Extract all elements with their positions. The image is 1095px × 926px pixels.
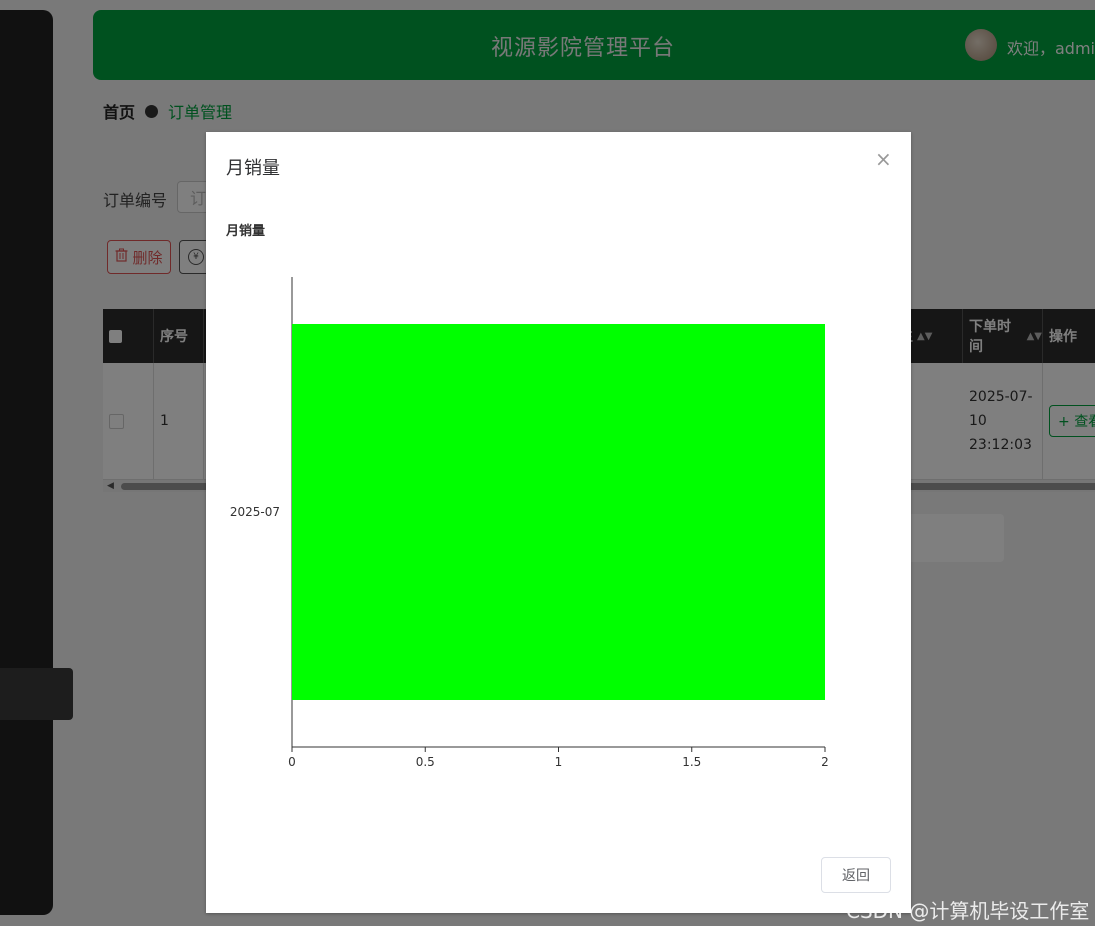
x-tick-label: 1.5 — [682, 755, 701, 769]
watermark-text: CSDN @计算机毕设工作室 — [846, 899, 1090, 923]
x-tick-label: 1 — [555, 755, 563, 769]
bar-2025-07[interactable] — [292, 324, 825, 700]
x-tick-label: 2 — [821, 755, 829, 769]
x-tick-label: 0.5 — [416, 755, 435, 769]
monthly-sales-dialog: 月销量 × 月销量 0 0.5 1 1.5 2 2025-07 返回 — [206, 132, 911, 913]
x-tick-label: 0 — [288, 755, 296, 769]
back-label: 返回 — [842, 868, 870, 884]
y-tick-label: 2025-07 — [230, 505, 280, 519]
monthly-sales-chart: 0 0.5 1 1.5 2 2025-07 — [230, 277, 829, 769]
back-button[interactable]: 返回 — [821, 857, 891, 893]
